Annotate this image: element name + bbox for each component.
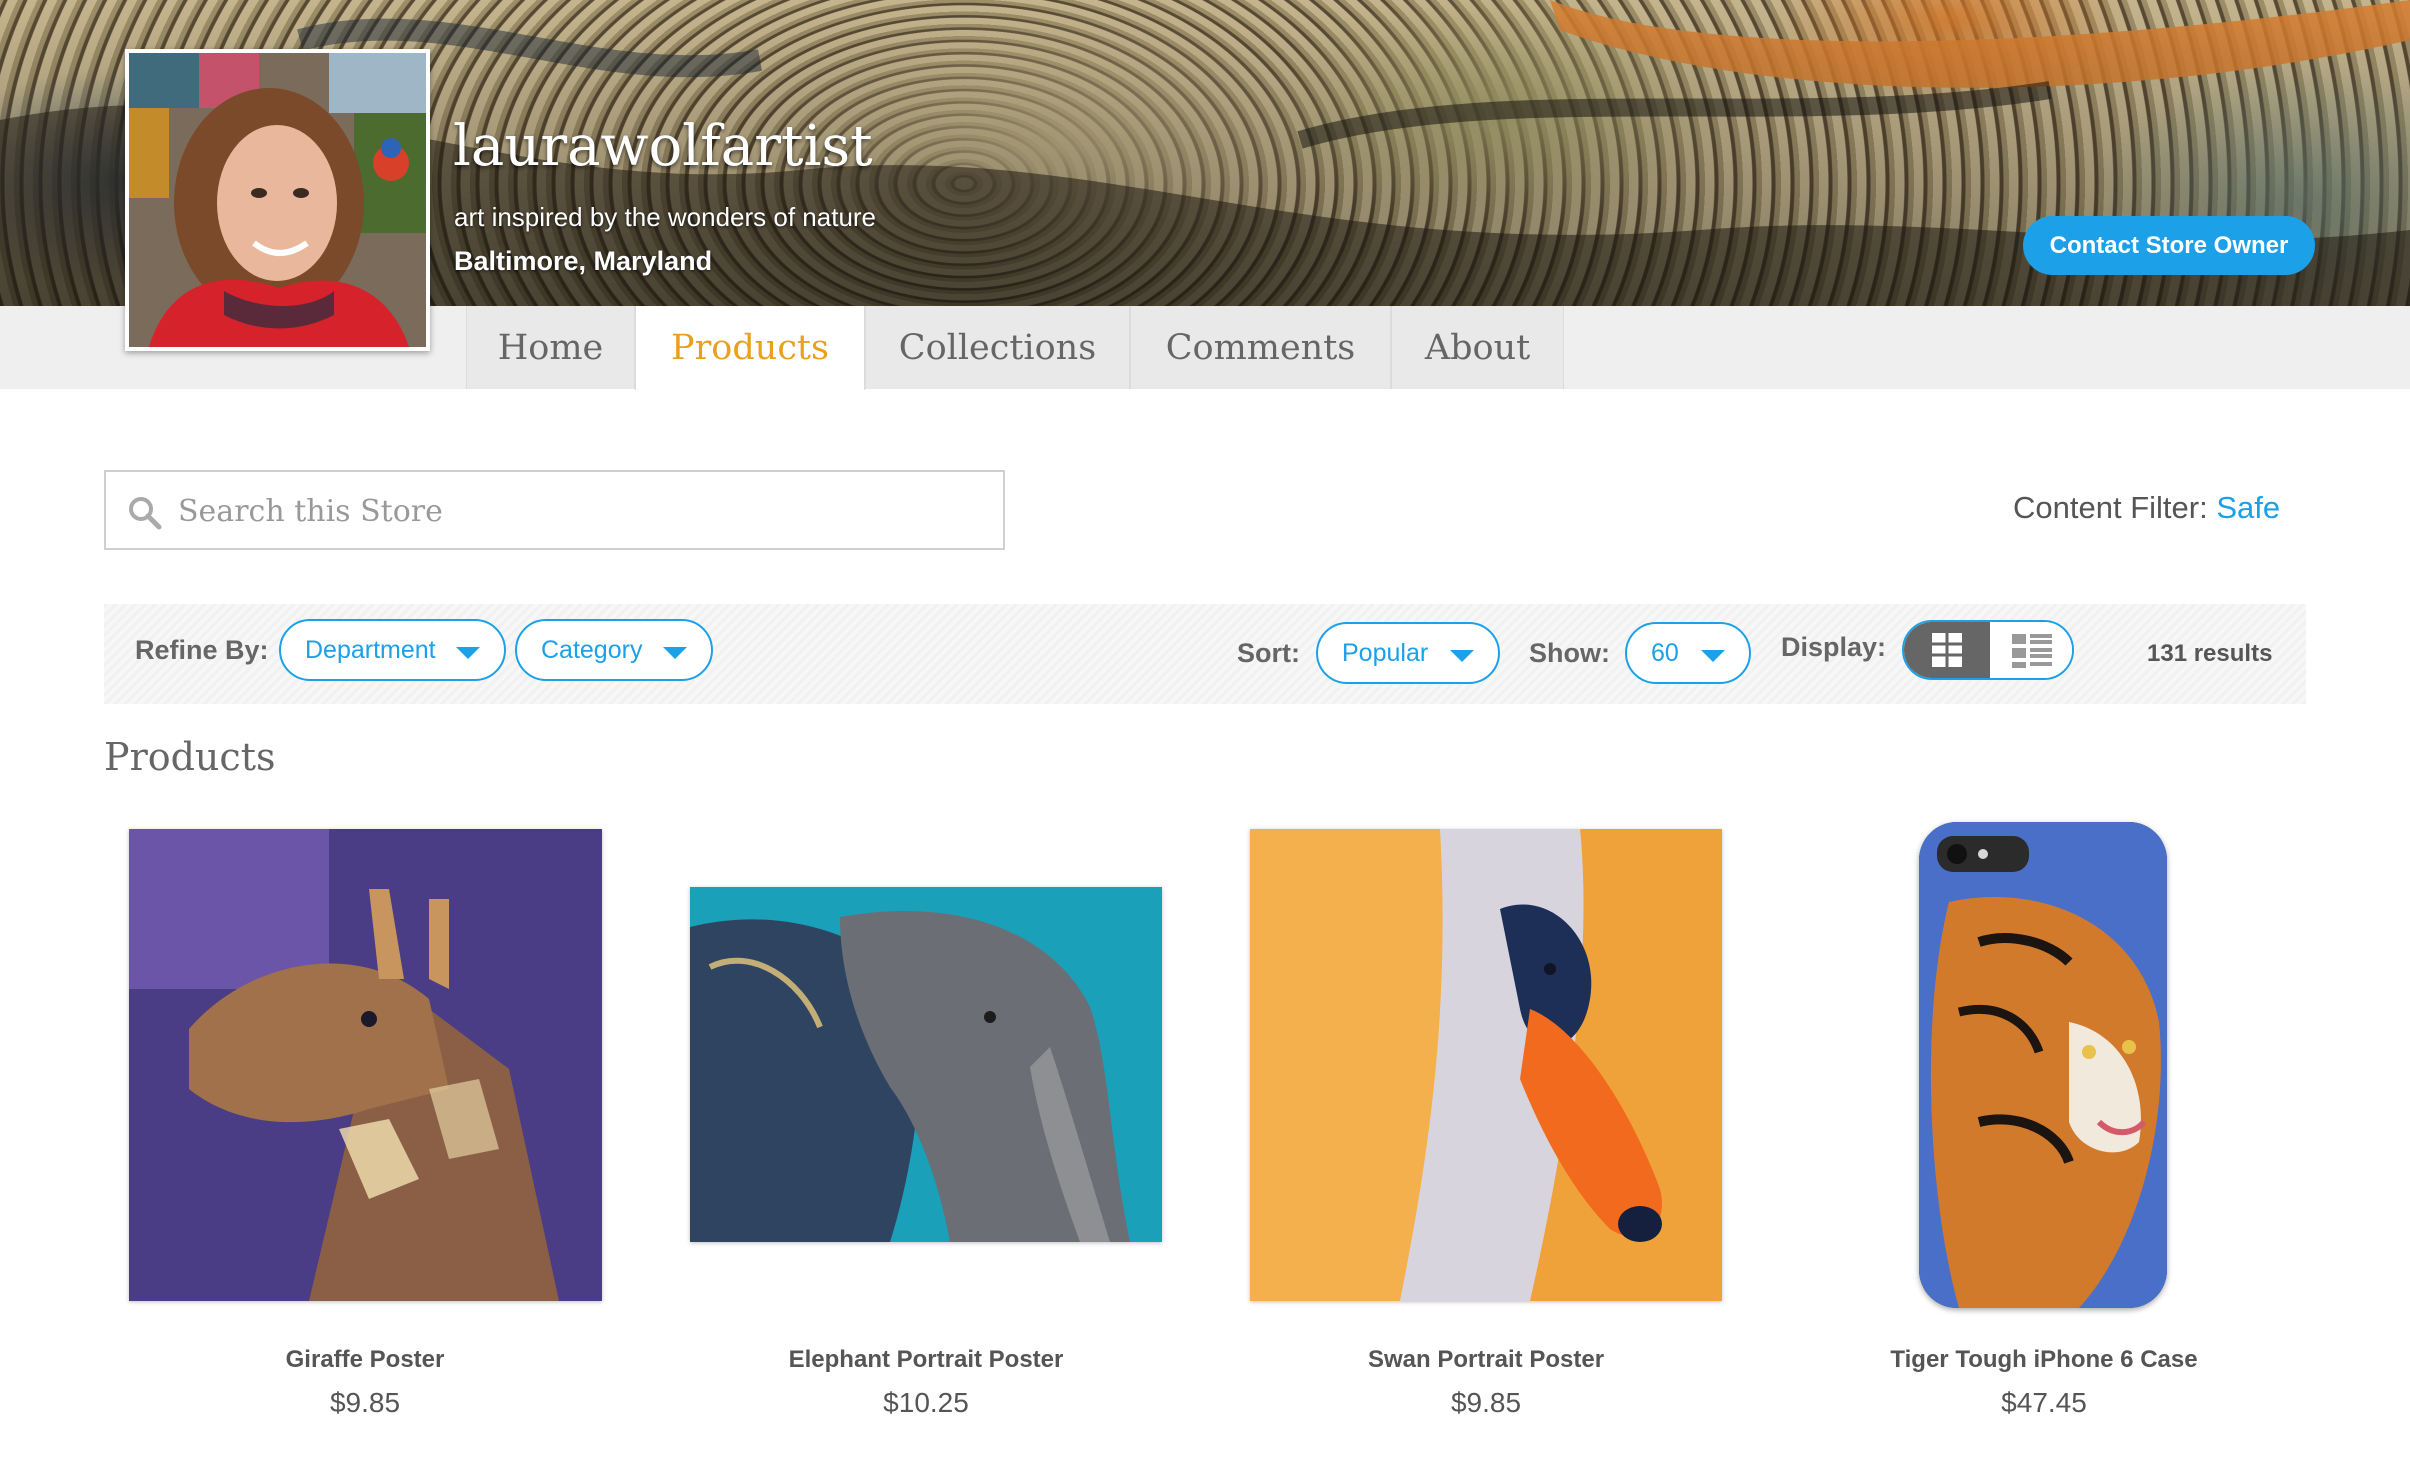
list-icon <box>2012 634 2052 668</box>
chevron-down-icon <box>663 647 687 659</box>
product-name[interactable]: Tiger Tough iPhone 6 Case <box>1764 1346 2324 1374</box>
display-toggle <box>1902 620 2074 680</box>
tab-home[interactable]: Home <box>466 306 635 389</box>
giraffe-artwork <box>129 829 602 1301</box>
swan-artwork <box>1250 829 1722 1301</box>
product-price: $9.85 <box>1450 1387 1522 1418</box>
tab-collections[interactable]: Collections <box>865 306 1130 389</box>
product-price: $9.85 <box>329 1387 401 1418</box>
content-filter-value-link[interactable]: Safe <box>2216 490 2280 525</box>
results-count: 131 results <box>2147 640 2273 667</box>
show-dropdown-value: 60 <box>1651 638 1679 667</box>
elephant-artwork <box>690 887 1162 1242</box>
content-filter-label: Content Filter: <box>2013 490 2208 525</box>
product-name[interactable]: Giraffe Poster <box>85 1346 645 1374</box>
section-title: Products <box>104 735 276 779</box>
search-input[interactable] <box>178 490 978 532</box>
department-dropdown[interactable]: Department <box>279 619 506 681</box>
avatar-photo <box>129 53 426 347</box>
grid-view-button[interactable] <box>1904 622 1990 678</box>
product-price: $47.45 <box>2001 1387 2087 1418</box>
tab-products[interactable]: Products <box>635 306 865 390</box>
display-label: Display: <box>1781 632 1887 662</box>
product-image-elephant[interactable] <box>690 887 1162 1242</box>
store-location: Baltimore, Maryland <box>454 246 713 276</box>
category-dropdown-label: Category <box>541 635 643 664</box>
refine-by-label: Refine By: <box>135 635 269 665</box>
product-image-giraffe[interactable] <box>129 829 602 1301</box>
chevron-down-icon <box>1701 650 1725 662</box>
tab-comments[interactable]: Comments <box>1130 306 1391 389</box>
show-label: Show: <box>1529 638 1610 668</box>
sort-dropdown-value: Popular <box>1342 638 1429 667</box>
chevron-down-icon <box>1450 650 1474 662</box>
product-name[interactable]: Swan Portrait Poster <box>1206 1346 1766 1374</box>
product-price: $10.25 <box>883 1387 969 1418</box>
department-dropdown-label: Department <box>305 635 436 664</box>
product-name[interactable]: Elephant Portrait Poster <box>646 1346 1206 1374</box>
tab-about[interactable]: About <box>1391 306 1564 389</box>
grid-icon <box>1932 633 1962 667</box>
show-dropdown[interactable]: 60 <box>1625 622 1751 684</box>
contact-store-owner-button[interactable]: Contact Store Owner <box>2023 216 2315 275</box>
list-view-button[interactable] <box>1990 622 2072 678</box>
product-image-tiger-case[interactable] <box>1919 822 2167 1308</box>
category-dropdown[interactable]: Category <box>515 619 713 681</box>
sort-label: Sort: <box>1237 638 1300 668</box>
store-tagline: art inspired by the wonders of nature <box>454 202 877 232</box>
content-filter: Content Filter: Safe <box>2013 490 2280 526</box>
store-name: laurawolfartist <box>453 114 873 179</box>
store-avatar[interactable] <box>125 49 430 351</box>
search-icon <box>129 497 162 530</box>
store-search-box[interactable] <box>104 470 1005 550</box>
product-image-swan[interactable] <box>1250 829 1722 1301</box>
tiger-artwork <box>1919 822 2167 1308</box>
chevron-down-icon <box>456 647 480 659</box>
sort-dropdown[interactable]: Popular <box>1316 622 1500 684</box>
